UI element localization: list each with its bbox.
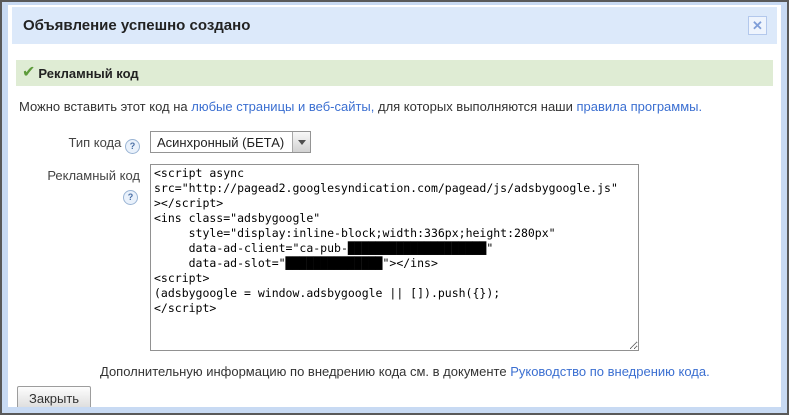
note-text: Дополнительную информацию по внедрению к… xyxy=(100,364,510,379)
help-icon[interactable]: ? xyxy=(123,190,138,205)
dialog-titlebar: Объявление успешно создано ✕ xyxy=(12,7,777,44)
code-type-control-cell: Асинхронный (БЕТА) xyxy=(150,131,311,154)
ad-code-section-header: ✔ Рекламный код xyxy=(16,60,773,86)
close-icon[interactable]: ✕ xyxy=(748,16,767,35)
code-type-select[interactable]: Асинхронный (БЕТА) xyxy=(150,131,311,153)
help-icon[interactable]: ? xyxy=(125,139,140,154)
code-type-label-cell: Тип кода ? xyxy=(12,131,140,154)
ad-code-label: Рекламный код xyxy=(12,168,140,183)
implementation-note: Дополнительную информацию по внедрению к… xyxy=(100,364,771,379)
ad-code-control-cell: <script async src="http://pagead2.google… xyxy=(150,164,639,356)
intro-text-before: Можно вставить этот код на xyxy=(19,99,191,114)
dialog-body: Объявление успешно создано ✕ ✔ Рекламный… xyxy=(8,5,781,407)
link-implementation-guide[interactable]: Руководство по внедрению кода. xyxy=(510,364,710,379)
close-button[interactable]: Закрыть xyxy=(17,386,91,407)
section-title: Рекламный код xyxy=(38,66,138,81)
code-type-selected-value: Асинхронный (БЕТА) xyxy=(151,135,292,150)
code-type-row: Тип кода ? Асинхронный (БЕТА) xyxy=(12,131,777,154)
ad-code-row: Рекламный код ? <script async src="http:… xyxy=(12,164,777,356)
intro-text-middle: для которых выполняются наши xyxy=(374,99,576,114)
link-any-pages[interactable]: любые страницы и веб-сайты, xyxy=(191,99,374,114)
chevron-down-icon xyxy=(292,132,310,152)
link-program-policies[interactable]: правила программы. xyxy=(576,99,702,114)
code-type-label: Тип кода xyxy=(68,135,121,150)
ad-code-label-cell: Рекламный код ? xyxy=(12,164,140,356)
ad-created-dialog: Объявление успешно создано ✕ ✔ Рекламный… xyxy=(0,0,789,415)
intro-paragraph: Можно вставить этот код на любые страниц… xyxy=(19,99,773,114)
dialog-title: Объявление успешно создано xyxy=(23,17,748,34)
ad-code-textarea[interactable]: <script async src="http://pagead2.google… xyxy=(150,164,639,351)
ad-code-help-line: ? xyxy=(12,186,140,205)
check-icon: ✔ xyxy=(22,65,35,81)
